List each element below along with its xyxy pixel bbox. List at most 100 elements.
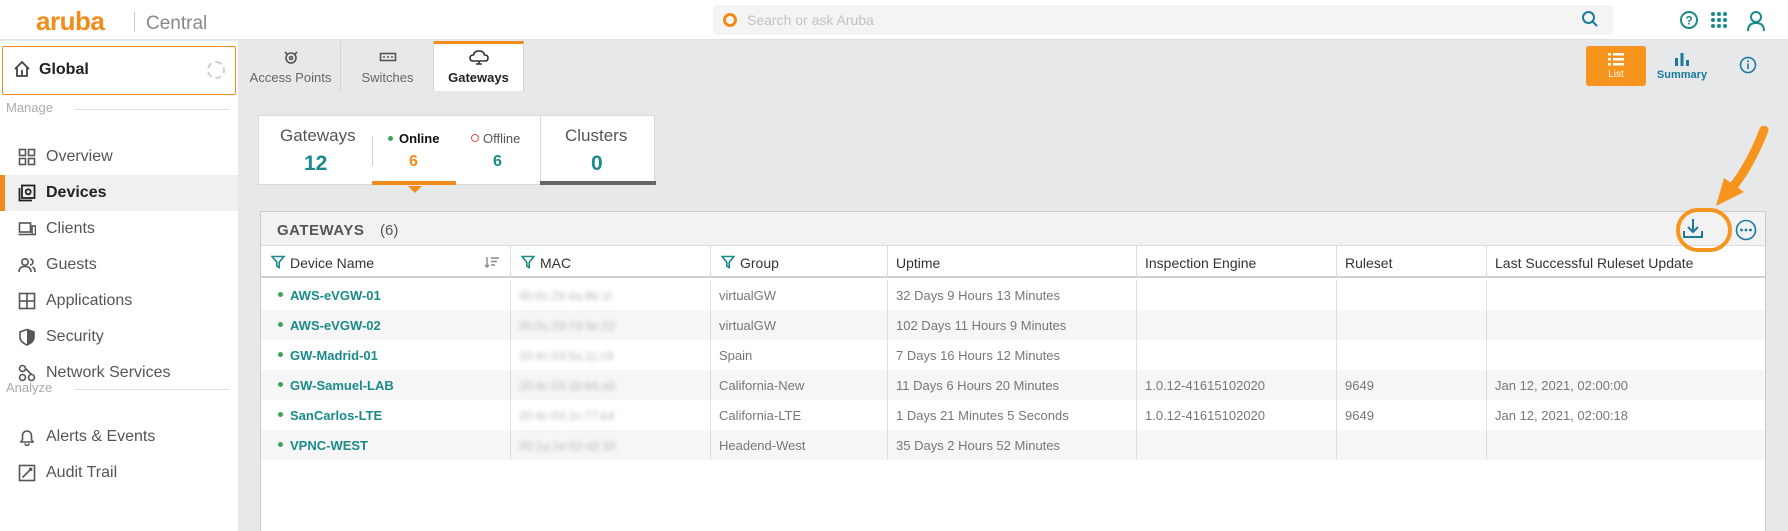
group-value: Headend-West bbox=[719, 438, 806, 453]
sidebar-item-security[interactable]: Security bbox=[0, 319, 238, 355]
home-icon bbox=[14, 60, 30, 77]
online-status-dot bbox=[388, 136, 393, 141]
search-bar[interactable]: Search or ask Aruba bbox=[713, 5, 1613, 35]
section-divider bbox=[74, 389, 230, 390]
list-view-button[interactable]: List bbox=[1586, 46, 1646, 86]
sidebar-item-overview[interactable]: Overview bbox=[0, 139, 238, 175]
device-name-link[interactable]: AWS-eVGW-01 bbox=[290, 288, 381, 303]
help-icon[interactable]: ? bbox=[1679, 10, 1699, 30]
column-label: Inspection Engine bbox=[1145, 255, 1257, 271]
table-row[interactable]: GW-Samuel-LAB 20:4c:03:1b:66:a0 Californ… bbox=[261, 370, 1765, 400]
guests-icon bbox=[18, 257, 36, 273]
uptime-value: 35 Days 2 Hours 52 Minutes bbox=[896, 438, 1061, 453]
tab-switches[interactable]: Switches bbox=[342, 41, 434, 91]
top-bar: aruba Central Search or ask Aruba ? bbox=[0, 0, 1788, 40]
sort-icon[interactable] bbox=[484, 256, 500, 268]
sidebar: Global Manage Overview Devices Clients G… bbox=[0, 41, 238, 531]
sidebar-item-devices[interactable]: Devices bbox=[0, 175, 238, 211]
device-name-link[interactable]: GW-Samuel-LAB bbox=[290, 378, 394, 393]
more-options-icon[interactable] bbox=[1735, 219, 1757, 241]
list-icon bbox=[1608, 53, 1624, 66]
gateway-summary-card: Gateways 12 Online 6 Offline 6 Clusters … bbox=[258, 115, 656, 193]
column-last-ruleset-update[interactable]: Last Successful Ruleset Update bbox=[1487, 246, 1765, 278]
device-name-link[interactable]: AWS-eVGW-02 bbox=[290, 318, 381, 333]
logo-divider bbox=[134, 12, 135, 32]
selected-indicator bbox=[372, 181, 456, 185]
column-label: Last Successful Ruleset Update bbox=[1495, 255, 1694, 271]
apps-icon bbox=[18, 292, 36, 310]
grid-icon bbox=[18, 148, 36, 166]
sidebar-item-label: Devices bbox=[46, 184, 107, 201]
tab-label: Switches bbox=[361, 70, 414, 85]
user-profile-icon[interactable] bbox=[1746, 10, 1766, 32]
section-title-analyze: Analyze bbox=[6, 380, 53, 395]
tab-access-points[interactable]: Access Points bbox=[241, 41, 341, 91]
column-group[interactable]: Group bbox=[711, 246, 888, 278]
column-device-name[interactable]: Device Name bbox=[261, 246, 511, 278]
selected-caret bbox=[408, 186, 422, 193]
online-status-dot bbox=[278, 412, 283, 417]
uptime-value: 32 Days 9 Hours 13 Minutes bbox=[896, 288, 1061, 303]
sidebar-item-clients[interactable]: Clients bbox=[0, 211, 238, 247]
apps-grid-icon[interactable] bbox=[1709, 10, 1729, 30]
mac-value: 20:4c:03:2c:77:b4 bbox=[519, 409, 615, 423]
sidebar-item-guests[interactable]: Guests bbox=[0, 247, 238, 283]
online-status-dot bbox=[278, 352, 283, 357]
mac-value: 00:0c:29:7d:3e:22 bbox=[519, 319, 616, 333]
mac-value: 00:1a:1e:02:d2:30 bbox=[519, 439, 616, 453]
section-title-manage: Manage bbox=[6, 100, 53, 115]
scope-label: Global bbox=[39, 61, 89, 78]
table-header-row: Device Name MAC Group Uptime Inspection … bbox=[261, 246, 1765, 278]
clients-icon bbox=[18, 222, 36, 236]
mac-value: 20:4c:03:1b:66:a0 bbox=[519, 379, 616, 393]
sidebar-item-label: Security bbox=[46, 328, 104, 345]
summary-view-label: Summary bbox=[1656, 69, 1708, 81]
scope-selector[interactable]: Global bbox=[2, 46, 236, 95]
offline-count: 6 bbox=[493, 153, 502, 170]
filter-icon[interactable] bbox=[271, 255, 285, 269]
online-status-dot bbox=[278, 382, 283, 387]
column-uptime[interactable]: Uptime bbox=[888, 246, 1137, 278]
sidebar-item-audit-trail[interactable]: Audit Trail bbox=[0, 455, 238, 491]
online-status-dot bbox=[278, 292, 283, 297]
column-inspection-engine[interactable]: Inspection Engine bbox=[1137, 246, 1337, 278]
column-ruleset[interactable]: Ruleset bbox=[1337, 246, 1487, 278]
table-title: GATEWAYS bbox=[277, 222, 365, 239]
search-input[interactable]: Search or ask Aruba bbox=[747, 12, 874, 28]
aruba-logo[interactable]: aruba bbox=[36, 8, 105, 34]
column-mac[interactable]: MAC bbox=[511, 246, 711, 278]
uptime-value: 1 Days 21 Minutes 5 Seconds bbox=[896, 408, 1069, 423]
device-name-link[interactable]: SanCarlos-LTE bbox=[290, 408, 382, 423]
column-label: Device Name bbox=[290, 255, 375, 271]
svg-text:?: ? bbox=[1685, 14, 1692, 28]
inspection-engine-value: 1.0.12-41615102020 bbox=[1145, 408, 1266, 423]
ruleset-value: 9649 bbox=[1345, 408, 1374, 423]
card-divider bbox=[372, 136, 373, 166]
group-value: Spain bbox=[719, 348, 753, 363]
bar-chart-icon bbox=[1675, 53, 1689, 66]
table-row[interactable]: SanCarlos-LTE 20:4c:03:2c:77:b4 Californ… bbox=[261, 400, 1765, 430]
table-row[interactable]: AWS-eVGW-01 00:0c:29:4a:8b:1f virtualGW … bbox=[261, 280, 1765, 310]
tab-gateways[interactable]: Gateways bbox=[434, 41, 524, 91]
table-row[interactable]: VPNC-WEST 00:1a:1e:02:d2:30 Headend-West… bbox=[261, 430, 1765, 460]
offline-status-dot bbox=[471, 134, 479, 142]
device-name-link[interactable]: VPNC-WEST bbox=[290, 438, 368, 453]
summary-view-button[interactable]: Summary bbox=[1652, 46, 1712, 86]
filter-icon[interactable] bbox=[721, 255, 735, 269]
table-row[interactable]: GW-Madrid-01 20:4c:03:5a:11:c9 Spain 7 D… bbox=[261, 340, 1765, 370]
sidebar-item-applications[interactable]: Applications bbox=[0, 283, 238, 319]
card-separator bbox=[540, 116, 541, 186]
sidebar-item-alerts-events[interactable]: Alerts & Events bbox=[0, 419, 238, 455]
gateways-count: 12 bbox=[304, 152, 328, 175]
device-name-link[interactable]: GW-Madrid-01 bbox=[290, 348, 378, 363]
table-header-bar: GATEWAYS (6) bbox=[261, 212, 1765, 246]
sidebar-item-label: Audit Trail bbox=[46, 464, 118, 481]
info-icon[interactable] bbox=[1739, 56, 1757, 74]
filter-icon[interactable] bbox=[521, 255, 535, 269]
devices-icon bbox=[18, 184, 36, 202]
column-label: Ruleset bbox=[1345, 255, 1393, 271]
search-icon[interactable] bbox=[1581, 10, 1599, 28]
table-count: (6) bbox=[380, 222, 399, 239]
aruba-assistant-icon bbox=[723, 13, 737, 27]
table-row[interactable]: AWS-eVGW-02 00:0c:29:7d:3e:22 virtualGW … bbox=[261, 310, 1765, 340]
